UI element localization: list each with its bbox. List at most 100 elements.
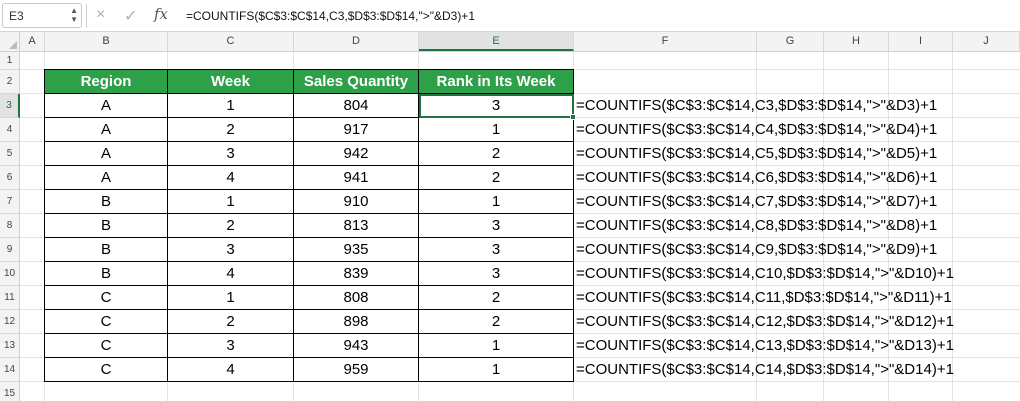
header-region[interactable]: Region	[44, 69, 168, 94]
row-header-11[interactable]: 11	[0, 286, 20, 310]
cell-rank[interactable]: 2	[419, 142, 574, 166]
chevron-up-down-icon[interactable]: ▲ ▼	[70, 6, 78, 24]
confirm-icon[interactable]: ✓	[124, 6, 137, 26]
cell-sales-quantity[interactable]: 808	[294, 286, 419, 310]
cancel-icon[interactable]: ×	[96, 6, 105, 24]
column-header-a[interactable]: A	[20, 32, 45, 51]
cell-region[interactable]: A	[44, 94, 168, 118]
cell-rank[interactable]: 1	[419, 118, 574, 142]
cell-rank[interactable]: 1	[419, 358, 574, 382]
row-header-3[interactable]: 3	[0, 94, 20, 118]
cell-sales-quantity[interactable]: 943	[294, 334, 419, 358]
insert-function-icon[interactable]: fx	[154, 5, 168, 23]
cell-rank[interactable]: 2	[419, 166, 574, 190]
cell-region[interactable]: C	[44, 310, 168, 334]
formula-text-cell[interactable]: =COUNTIFS($C$3:$C$14,C5,$D$3:$D$14,">"&D…	[576, 142, 937, 166]
column-header-b[interactable]: B	[45, 32, 168, 51]
cell-week[interactable]: 3	[168, 334, 294, 358]
cell-region[interactable]: C	[44, 286, 168, 310]
row-header-15[interactable]: 15	[0, 382, 20, 401]
formula-text-cell[interactable]: =COUNTIFS($C$3:$C$14,C11,$D$3:$D$14,">"&…	[576, 286, 952, 310]
formula-input[interactable]: =COUNTIFS($C$3:$C$14,C3,$D$3:$D$14,">"&D…	[186, 9, 475, 23]
row-header-5[interactable]: 5	[0, 142, 20, 166]
cell-sales-quantity[interactable]: 935	[294, 238, 419, 262]
cell-sales-quantity[interactable]: 839	[294, 262, 419, 286]
cell-region[interactable]: B	[44, 214, 168, 238]
cell-region[interactable]: C	[44, 358, 168, 382]
cell-week[interactable]: 2	[168, 310, 294, 334]
cell-week[interactable]: 4	[168, 262, 294, 286]
column-header-c[interactable]: C	[168, 32, 294, 51]
cell-week[interactable]: 1	[168, 190, 294, 214]
formula-bar: E3 ▲ ▼ × ✓ fx =COUNTIFS($C$3:$C$14,C3,$D$…	[0, 0, 1020, 32]
row-header-6[interactable]: 6	[0, 166, 20, 190]
formula-text-cell[interactable]: =COUNTIFS($C$3:$C$14,C14,$D$3:$D$14,">"&…	[576, 358, 954, 382]
cell-rank[interactable]: 1	[419, 190, 574, 214]
header-rank[interactable]: Rank in Its Week	[419, 69, 574, 94]
row-header-14[interactable]: 14	[0, 358, 20, 382]
cell-region[interactable]: A	[44, 166, 168, 190]
name-box-value: E3	[9, 9, 24, 23]
cell-rank[interactable]: 2	[419, 310, 574, 334]
formula-text-cell[interactable]: =COUNTIFS($C$3:$C$14,C7,$D$3:$D$14,">"&D…	[576, 190, 937, 214]
column-header-d[interactable]: D	[294, 32, 419, 51]
cell-sales-quantity[interactable]: 941	[294, 166, 419, 190]
cell-sales-quantity[interactable]: 942	[294, 142, 419, 166]
cell-week[interactable]: 3	[168, 238, 294, 262]
cell-week[interactable]: 4	[168, 166, 294, 190]
cell-region[interactable]: A	[44, 142, 168, 166]
cell-sales-quantity[interactable]: 804	[294, 94, 419, 118]
cell-week[interactable]: 4	[168, 358, 294, 382]
cell-region[interactable]: B	[44, 190, 168, 214]
column-header-row: ABCDEFGHIJ	[0, 32, 1020, 52]
formula-text-cell[interactable]: =COUNTIFS($C$3:$C$14,C9,$D$3:$D$14,">"&D…	[576, 238, 937, 262]
row-header-7[interactable]: 7	[0, 190, 20, 214]
select-all-corner[interactable]	[0, 32, 20, 51]
formula-text-cell[interactable]: =COUNTIFS($C$3:$C$14,C10,$D$3:$D$14,">"&…	[576, 262, 954, 286]
formula-text-cell[interactable]: =COUNTIFS($C$3:$C$14,C4,$D$3:$D$14,">"&D…	[576, 118, 937, 142]
column-header-g[interactable]: G	[757, 32, 824, 51]
formula-text-cell[interactable]: =COUNTIFS($C$3:$C$14,C3,$D$3:$D$14,">"&D…	[576, 94, 937, 118]
cell-week[interactable]: 1	[168, 94, 294, 118]
row-header-8[interactable]: 8	[0, 214, 20, 238]
cell-rank[interactable]: 3	[419, 214, 574, 238]
cell-week[interactable]: 3	[168, 142, 294, 166]
row-header-13[interactable]: 13	[0, 334, 20, 358]
header-week[interactable]: Week	[168, 69, 294, 94]
formula-text-cell[interactable]: =COUNTIFS($C$3:$C$14,C6,$D$3:$D$14,">"&D…	[576, 166, 937, 190]
formula-bar-divider	[86, 4, 87, 28]
cell-region[interactable]: A	[44, 118, 168, 142]
cell-week[interactable]: 1	[168, 286, 294, 310]
formula-text-cell[interactable]: =COUNTIFS($C$3:$C$14,C12,$D$3:$D$14,">"&…	[576, 310, 954, 334]
cell-sales-quantity[interactable]: 898	[294, 310, 419, 334]
cell-region[interactable]: B	[44, 238, 168, 262]
row-header-12[interactable]: 12	[0, 310, 20, 334]
cell-rank[interactable]: 1	[419, 334, 574, 358]
column-header-j[interactable]: J	[953, 32, 1020, 51]
cell-rank[interactable]: 2	[419, 286, 574, 310]
row-header-2[interactable]: 2	[0, 70, 20, 94]
cell-region[interactable]: B	[44, 262, 168, 286]
name-box[interactable]: E3 ▲ ▼	[2, 3, 82, 28]
cell-sales-quantity[interactable]: 813	[294, 214, 419, 238]
cell-sales-quantity[interactable]: 910	[294, 190, 419, 214]
column-header-i[interactable]: I	[889, 32, 953, 51]
cell-region[interactable]: C	[44, 334, 168, 358]
column-header-h[interactable]: H	[824, 32, 889, 51]
row-header-1[interactable]: 1	[0, 52, 20, 70]
row-header-10[interactable]: 10	[0, 262, 20, 286]
cell-sales-quantity[interactable]: 959	[294, 358, 419, 382]
cell-rank[interactable]: 3	[419, 238, 574, 262]
column-header-e[interactable]: E	[419, 32, 574, 51]
cell-rank[interactable]: 3	[419, 94, 574, 118]
row-header-9[interactable]: 9	[0, 238, 20, 262]
formula-text-cell[interactable]: =COUNTIFS($C$3:$C$14,C13,$D$3:$D$14,">"&…	[576, 334, 954, 358]
formula-text-cell[interactable]: =COUNTIFS($C$3:$C$14,C8,$D$3:$D$14,">"&D…	[576, 214, 937, 238]
cell-rank[interactable]: 3	[419, 262, 574, 286]
cell-week[interactable]: 2	[168, 118, 294, 142]
cell-week[interactable]: 2	[168, 214, 294, 238]
row-header-4[interactable]: 4	[0, 118, 20, 142]
cell-sales-quantity[interactable]: 917	[294, 118, 419, 142]
header-sales-quantity[interactable]: Sales Quantity	[294, 69, 419, 94]
column-header-f[interactable]: F	[574, 32, 757, 51]
